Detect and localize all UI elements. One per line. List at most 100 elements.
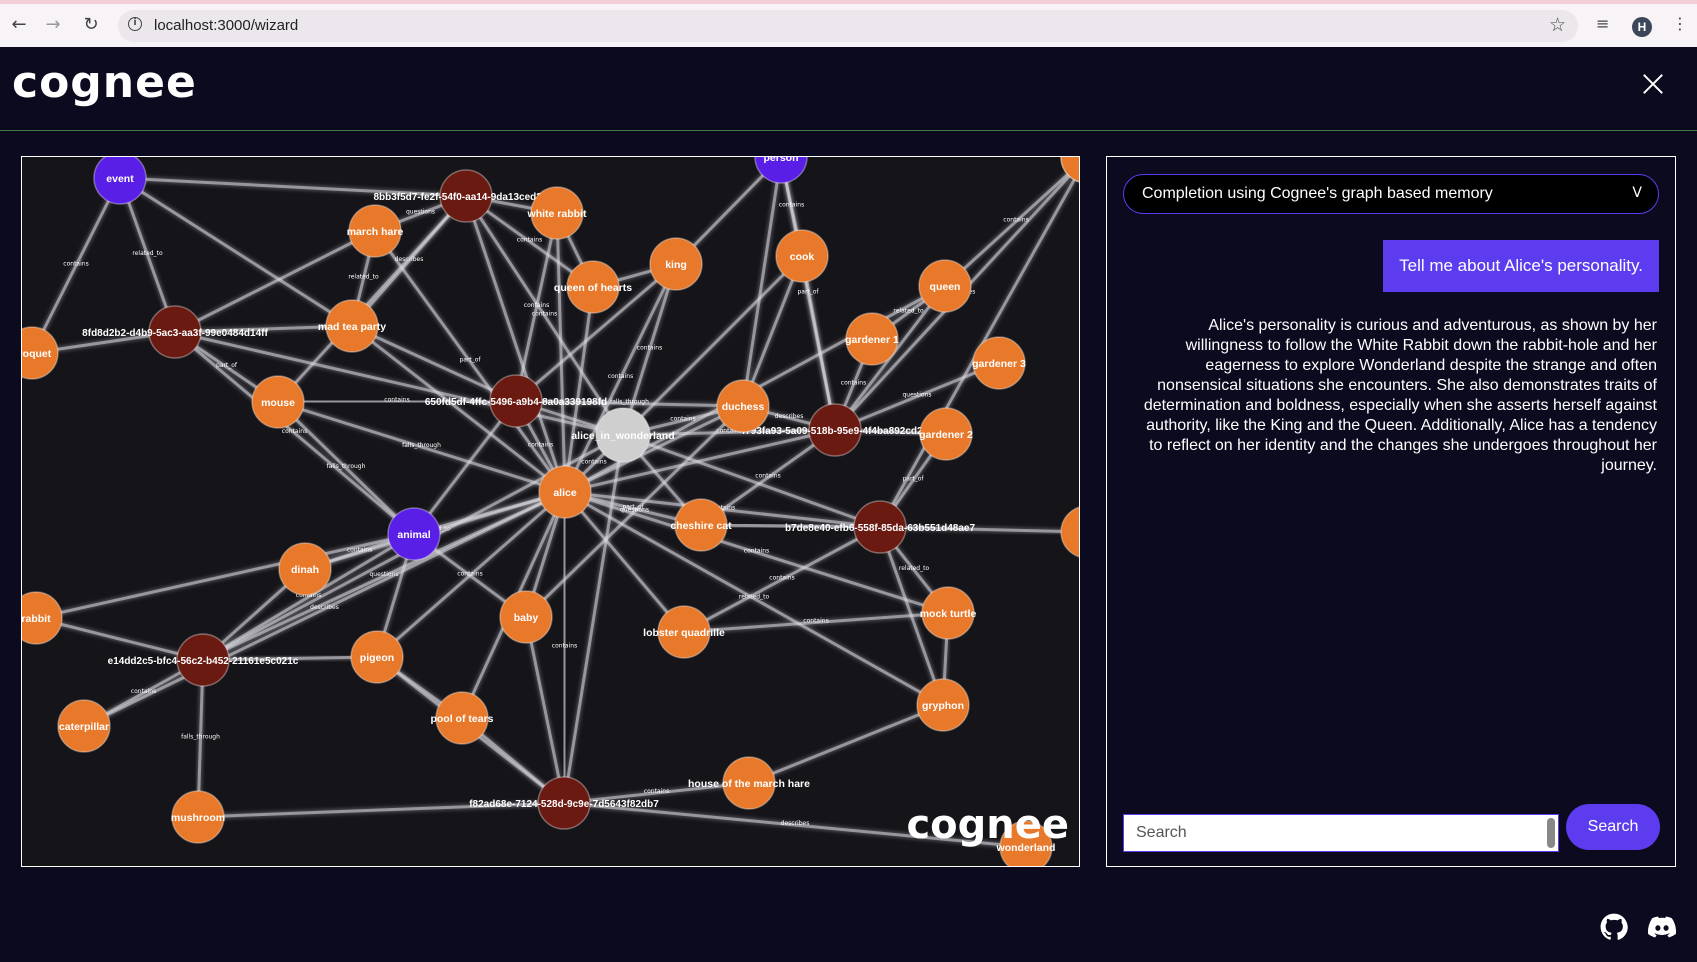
graph-node-label: animal (397, 529, 430, 541)
graph-edge-label: contains (1003, 217, 1028, 224)
graph-node-label: gardener 3 (972, 358, 1026, 370)
cognee-logo[interactable]: cognee (12, 57, 197, 108)
graph-node-label: dinah (291, 564, 319, 576)
graph-node-gryphon[interactable]: gryphon (916, 678, 970, 732)
graph-edge-label: contains (63, 261, 88, 268)
forward-arrow-icon[interactable]: → (42, 14, 64, 36)
graph-node-label: queen of hearts (554, 282, 632, 294)
graph-node-circle[interactable] (1060, 506, 1079, 558)
graph-node-animal[interactable]: animal (387, 507, 441, 561)
graph-node-king[interactable]: king (649, 237, 703, 291)
url-text: localhost:3000/wizard (154, 17, 299, 34)
graph-node-c7[interactable]: f82ad68e-7124-528d-9c9e-7d5643f82db7 (469, 776, 659, 830)
graph-edge-label: part_of (797, 289, 819, 296)
graph-edge-label: contains (384, 397, 409, 404)
graph-node-gardener1[interactable]: gardener 1 (845, 312, 899, 366)
graph-node-baby[interactable]: baby (499, 590, 553, 644)
graph-nodes: event person animal 8bb3f5d7-fe2f-54f0-aa14… (22, 157, 1079, 866)
search-input[interactable] (1123, 814, 1559, 852)
graph-edge-label: contains (608, 373, 633, 380)
graph-edge-label: contains (779, 202, 804, 209)
graph-node-label: gardener 2 (919, 429, 973, 441)
graph-node-duchess[interactable]: duchess (716, 379, 770, 433)
browser-menu-icon[interactable]: ⋮ (1672, 14, 1688, 33)
graph-node-alice[interactable]: alice (538, 465, 592, 519)
graph-edge (748, 703, 944, 785)
knowledge-graph-canvas[interactable]: contains related_to part_of contains contain… (22, 157, 1079, 866)
graph-node-label: 650fd5df-4ffc-5496-a9b4-8a0a339198fd (425, 397, 607, 408)
graph-node-label: rabbit (22, 613, 51, 625)
profile-avatar[interactable]: H (1632, 17, 1652, 37)
graph-node-caterpillar[interactable]: caterpillar (57, 699, 111, 753)
graph-node-label: baby (514, 612, 539, 624)
graph-node-rabbit[interactable]: rabbit (22, 591, 63, 645)
graph-edge-label: contains (552, 643, 577, 650)
graph-edge-label: falls_through (402, 442, 441, 449)
search-mode-select[interactable]: Completion using Cognee's graph based me… (1123, 174, 1659, 214)
graph-node-dinah[interactable]: dinah (278, 542, 332, 596)
graph-node-gardener2[interactable]: gardener 2 (919, 407, 973, 461)
discord-icon[interactable] (1648, 913, 1676, 941)
graph-node-mouse[interactable]: mouse (251, 375, 305, 429)
reload-icon[interactable]: ↻ (80, 14, 102, 36)
graph-node-label: queen (930, 281, 961, 293)
graph-node-label: duchess (722, 401, 765, 413)
knowledge-graph-panel[interactable]: contains related_to part_of contains contain… (21, 156, 1080, 867)
graph-node-label: march hare (347, 226, 404, 238)
graph-node-label: b7de8e40-efb6-558f-85da-63b551d48ae7 (785, 523, 976, 534)
graph-node-cook[interactable]: cook (775, 229, 829, 283)
input-scrollbar[interactable] (1547, 818, 1555, 848)
graph-node-label: 8fd8d2b2-d4b9-5ac3-aa3f-99e0484d14ff (82, 328, 268, 339)
graph-node-person[interactable]: person (754, 157, 808, 184)
app-header: cognee (0, 47, 1697, 131)
browser-toolbar: ← → ↻ i localhost:3000/wizard ☆ ≡ H ⋮ (0, 0, 1697, 47)
graph-node-pigeon[interactable]: pigeon (350, 630, 404, 684)
graph-edge-label: part_of (459, 357, 481, 364)
graph-node-label: house of the march hare (688, 778, 810, 790)
graph-node-label: f82ad68e-7124-528d-9c9e-7d5643f82db7 (469, 799, 659, 810)
graph-node-event[interactable]: event (93, 157, 147, 205)
bookmark-star-icon[interactable]: ☆ (1549, 14, 1566, 36)
graph-edge-label: related_to (893, 308, 924, 315)
graph-edge-label: contains (644, 788, 669, 795)
graph-node-label: gardener 1 (845, 334, 899, 346)
graph-node-label: alice (553, 487, 577, 499)
graph-edge-label: related_to (132, 250, 163, 257)
graph-node-gardener3[interactable]: gardener 3 (972, 336, 1026, 390)
graph-node-croquet[interactable]: croquet (22, 326, 59, 380)
graph-node-mockturtle[interactable]: mock turtle (920, 586, 977, 640)
graph-node-label: cook (790, 251, 815, 263)
graph-node-label: e14dd2c5-bfc4-56c2-b452-21161e5c021c (108, 656, 299, 667)
graph-edge-label: falls_through (610, 399, 649, 406)
graph-node-label: caterpillar (59, 721, 109, 733)
site-info-icon[interactable]: i (128, 17, 142, 31)
github-icon[interactable] (1600, 913, 1628, 941)
graph-node-c2[interactable]: 8fd8d2b2-d4b9-5ac3-aa3f-99e0484d14ff (82, 305, 268, 359)
graph-edge-label: contains (457, 571, 482, 578)
graph-edge-label: related_to (899, 565, 930, 572)
graph-node-edge2[interactable] (1060, 506, 1079, 558)
graph-edge-label: related_to (348, 274, 379, 281)
graph-node-label: mock turtle (920, 608, 977, 620)
search-button[interactable]: Search (1566, 804, 1660, 850)
graph-node-mushroom[interactable]: mushroom (171, 790, 225, 844)
graph-node-label: 8bb3f5d7-fe2f-54f0-aa14-9da13ced289e (373, 192, 559, 203)
back-arrow-icon[interactable]: ← (8, 14, 30, 36)
graph-edge-label: contains (841, 380, 866, 387)
graph-node-label: f793fa93-5a09-518b-95e9-4f4ba892cd25 (742, 426, 929, 437)
chat-panel: Completion using Cognee's graph based me… (1106, 156, 1676, 867)
graph-edge-label: questions (620, 507, 649, 514)
graph-node-queen[interactable]: queen (918, 259, 972, 313)
graph-edge (555, 212, 567, 493)
graph-edge-label: contains (637, 345, 662, 352)
graph-node-label: croquet (22, 348, 52, 360)
cognee-watermark: cognee (906, 802, 1069, 848)
graph-edge-label: contains (282, 428, 307, 435)
close-icon[interactable] (1640, 71, 1666, 97)
address-bar[interactable]: i localhost:3000/wizard ☆ (118, 10, 1578, 42)
graph-node-marchhare[interactable]: march hare (347, 204, 404, 258)
graph-node-lobster[interactable]: lobster quadrille (643, 605, 725, 659)
media-control-icon[interactable]: ≡ (1596, 14, 1609, 33)
search-mode-label: Completion using Cognee's graph based me… (1142, 185, 1493, 202)
graph-node-c5[interactable]: b7de8e40-efb6-558f-85da-63b551d48ae7 (785, 500, 976, 554)
